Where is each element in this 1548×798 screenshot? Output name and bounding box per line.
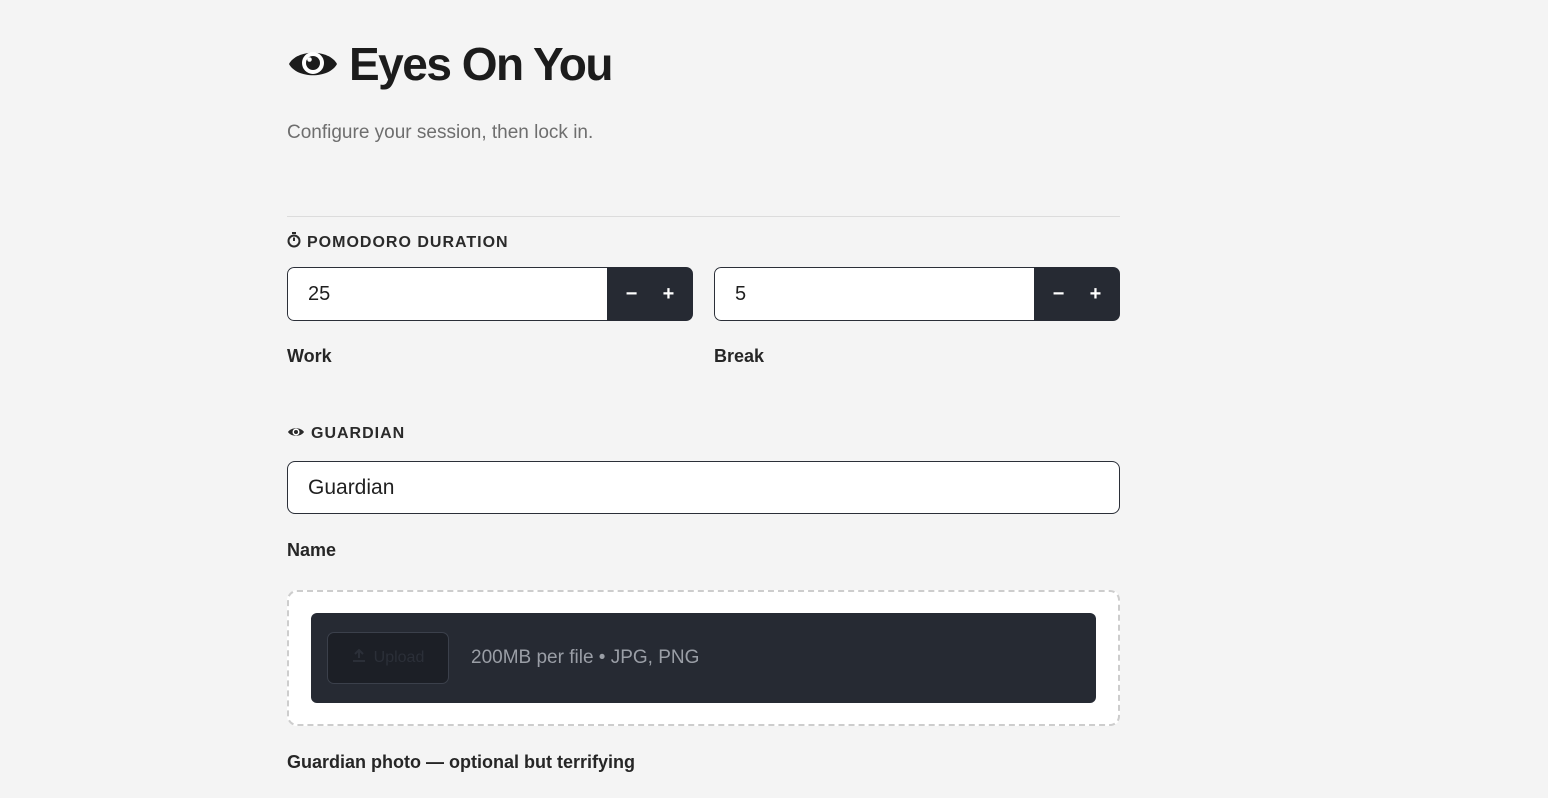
page-header: Eyes On You (287, 36, 614, 92)
photo-dropzone[interactable]: Upload 200MB per file • JPG, PNG (287, 590, 1120, 726)
work-duration-input[interactable]: 25 (287, 267, 607, 321)
dropzone-panel: Upload 200MB per file • JPG, PNG (311, 613, 1096, 703)
upload-button-label: Upload (373, 649, 425, 666)
work-label: Work (287, 346, 332, 366)
eye-icon (287, 425, 305, 443)
upload-icon (352, 648, 366, 668)
pomodoro-heading-text: POMODORO DURATION (307, 233, 509, 251)
guardian-heading-text: GUARDIAN (311, 425, 406, 442)
work-increment-button[interactable]: + (651, 283, 687, 306)
break-stepper-buttons: − + (1034, 267, 1120, 321)
upload-button[interactable]: Upload (327, 632, 449, 684)
pomodoro-section-heading: POMODORO DURATION (287, 232, 509, 253)
break-increment-button[interactable]: + (1078, 283, 1114, 306)
break-label: Break (714, 346, 765, 366)
stopwatch-icon (287, 232, 301, 253)
break-duration-stepper: 5 − + (714, 267, 1120, 321)
eye-icon (287, 46, 339, 82)
guardian-section-heading: GUARDIAN (287, 425, 405, 443)
work-duration-stepper: 25 − + (287, 267, 693, 321)
work-decrement-button[interactable]: − (614, 283, 650, 306)
name-label: Name (287, 540, 337, 560)
break-duration-input[interactable]: 5 (714, 267, 1034, 321)
upload-hint: 200MB per file • JPG, PNG (471, 647, 700, 668)
work-stepper-buttons: − + (607, 267, 693, 321)
break-decrement-button[interactable]: − (1041, 283, 1077, 306)
divider (287, 216, 1120, 217)
page-subtitle: Configure your session, then lock in. (287, 122, 594, 143)
guardian-name-input[interactable]: Guardian (287, 461, 1120, 514)
photo-label: Guardian photo — optional but terrifying (287, 752, 635, 772)
page-title: Eyes On You (349, 38, 614, 90)
